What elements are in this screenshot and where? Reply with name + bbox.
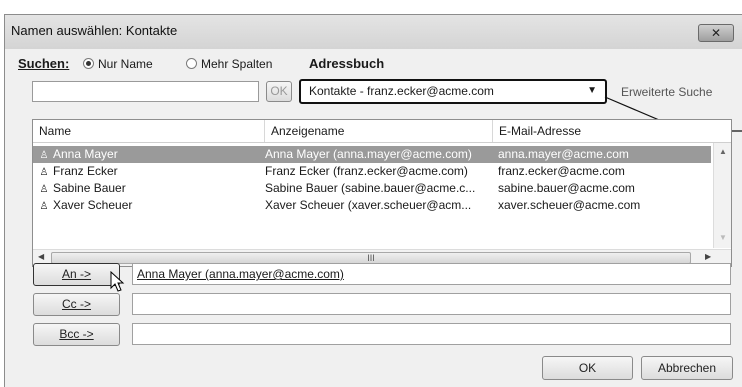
- scroll-grip: III: [367, 253, 375, 263]
- radio-more-columns-control[interactable]: [186, 58, 197, 69]
- cell-name: ♙ Franz Ecker: [39, 163, 265, 181]
- cell-email: anna.mayer@acme.com: [498, 147, 629, 161]
- ok-button-label: OK: [578, 361, 597, 375]
- search-input[interactable]: [32, 81, 259, 102]
- cell-email: sabine.bauer@acme.com: [498, 181, 635, 195]
- cancel-button-label: Abbrechen: [657, 361, 717, 375]
- scroll-left-icon[interactable]: ◀: [38, 252, 44, 261]
- cc-button-label: Cc ->: [61, 297, 91, 311]
- ok-button[interactable]: OK: [542, 356, 633, 380]
- bcc-button[interactable]: Bcc ->: [33, 323, 120, 346]
- search-ok-button[interactable]: OK: [266, 81, 292, 102]
- select-names-dialog: Namen auswählen: Kontakte ✕ Suchen: Nur …: [4, 14, 742, 387]
- radio-name-only[interactable]: Nur Name: [83, 57, 153, 71]
- cell-display: Franz Ecker (franz.ecker@acme.com): [265, 164, 468, 178]
- dialog-title: Namen auswählen: Kontakte: [11, 23, 178, 38]
- person-icon: ♙: [39, 201, 49, 212]
- scroll-up-icon[interactable]: ▲: [719, 147, 727, 156]
- scroll-down-icon[interactable]: ▼: [719, 233, 727, 242]
- table-row[interactable]: ♙ Sabine Bauer Sabine Bauer (sabine.bauer…: [33, 180, 711, 197]
- header-divider: [33, 142, 731, 143]
- cell-name: ♙ Sabine Bauer: [39, 180, 265, 198]
- search-ok-label: OK: [270, 84, 288, 98]
- column-header-email[interactable]: E-Mail-Adresse: [493, 120, 731, 142]
- close-button[interactable]: ✕: [698, 24, 734, 42]
- bcc-field[interactable]: [132, 323, 731, 345]
- close-icon: ✕: [710, 26, 722, 40]
- column-header-name[interactable]: Name: [33, 120, 265, 142]
- vertical-scrollbar[interactable]: ▲ ▼: [713, 143, 731, 248]
- cell-email: xaver.scheuer@acme.com: [498, 198, 641, 212]
- person-icon: ♙: [39, 167, 49, 178]
- scroll-right-icon[interactable]: ▶: [705, 252, 711, 261]
- search-label: Suchen:: [18, 56, 69, 71]
- to-field[interactable]: Anna Mayer (anna.mayer@acme.com): [132, 263, 731, 285]
- contact-list[interactable]: Name Anzeigename E-Mail-Adresse ♙ Anna Ma…: [32, 119, 732, 267]
- cancel-button[interactable]: Abbrechen: [641, 356, 733, 380]
- cell-display: Anna Mayer (anna.mayer@acme.com): [265, 147, 472, 161]
- table-row[interactable]: ♙ Anna Mayer Anna Mayer (anna.mayer@acme.…: [33, 146, 711, 163]
- table-row[interactable]: ♙ Xaver Scheuer Xaver Scheuer (xaver.sche…: [33, 197, 711, 214]
- search-label-text: Suchen:: [18, 56, 70, 71]
- addressbook-label: Adressbuch: [309, 56, 385, 71]
- title-bar: Namen auswählen: Kontakte ✕: [5, 15, 742, 49]
- radio-more-columns-label: Mehr Spalten: [201, 57, 273, 71]
- radio-name-only-label: Nur Name: [98, 57, 153, 71]
- addressbook-dropdown[interactable]: Kontakte - franz.ecker@acme.com ▼: [299, 79, 607, 104]
- addressbook-selected: Kontakte - franz.ecker@acme.com: [309, 84, 494, 98]
- cc-button[interactable]: Cc ->: [33, 293, 120, 316]
- radio-name-only-control[interactable]: [83, 58, 94, 69]
- bcc-button-label: Bcc ->: [59, 327, 94, 341]
- cell-display: Xaver Scheuer (xaver.scheuer@acm...: [265, 198, 472, 212]
- to-button[interactable]: An ->: [33, 263, 120, 286]
- mouse-pointer-icon: [110, 271, 125, 292]
- to-recipient[interactable]: Anna Mayer (anna.mayer@acme.com): [137, 267, 344, 281]
- person-icon: ♙: [39, 184, 49, 195]
- cell-display: Sabine Bauer (sabine.bauer@acme.c...: [265, 181, 476, 195]
- column-header-display[interactable]: Anzeigename: [265, 120, 493, 142]
- to-button-label: An ->: [61, 267, 91, 281]
- cell-name: ♙ Anna Mayer: [39, 146, 265, 164]
- cc-field[interactable]: [132, 293, 731, 315]
- cell-name: ♙ Xaver Scheuer: [39, 197, 265, 215]
- person-icon: ♙: [39, 150, 49, 161]
- cell-email: franz.ecker@acme.com: [498, 164, 625, 178]
- radio-more-columns[interactable]: Mehr Spalten: [186, 57, 272, 71]
- table-row[interactable]: ♙ Franz Ecker Franz Ecker (franz.ecker@ac…: [33, 163, 711, 180]
